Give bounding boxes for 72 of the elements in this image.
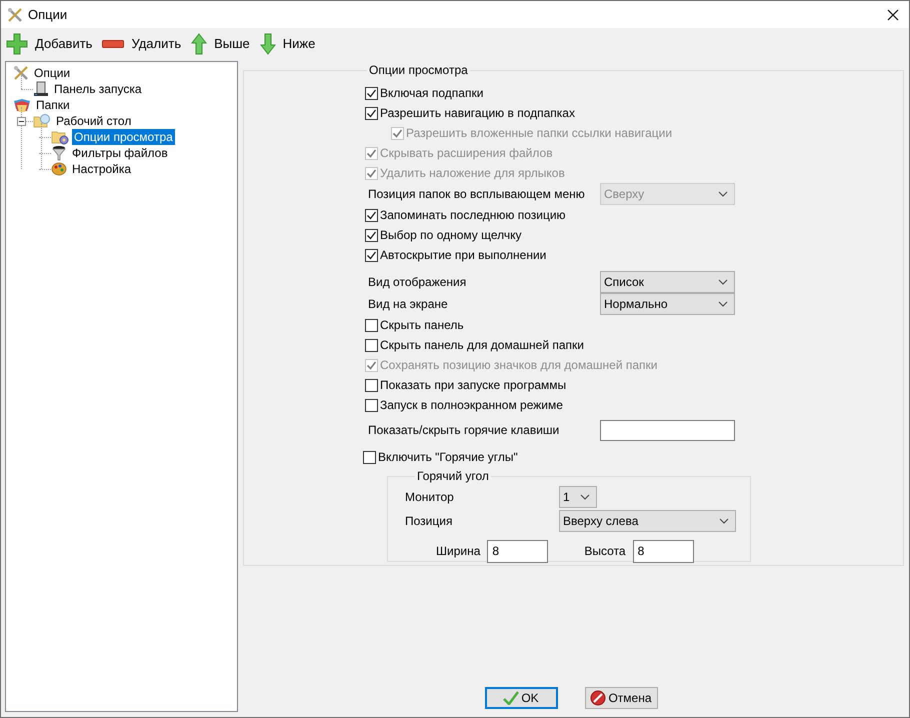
tools-icon xyxy=(7,6,23,22)
checkbox[interactable] xyxy=(365,228,378,242)
chevron-down-icon xyxy=(718,279,728,285)
checkbox[interactable] xyxy=(365,318,378,332)
tree-item[interactable]: Настройка xyxy=(70,161,134,177)
folders-icon xyxy=(13,97,31,113)
tree-item[interactable]: Панель запуска xyxy=(52,81,144,97)
tree-item[interactable]: Рабочий стол xyxy=(54,113,134,129)
checkbox[interactable] xyxy=(365,378,378,392)
dropdown-label: Позиция xyxy=(405,513,454,530)
field-label: Ширина xyxy=(436,543,480,560)
dropdown[interactable]: Список xyxy=(600,271,735,293)
panel-icon xyxy=(33,81,49,97)
cancel-button[interactable]: Отмена xyxy=(584,687,658,709)
tree-item[interactable]: Опции xyxy=(32,65,72,81)
checkbox[interactable] xyxy=(365,398,378,412)
ok-button[interactable]: OK xyxy=(484,687,558,709)
checkbox-label[interactable]: Включить "Горячие углы" xyxy=(378,448,518,466)
checkbox-label[interactable]: Запуск в полноэкранном режиме xyxy=(380,396,563,414)
toolbar-button[interactable]: Удалить xyxy=(101,30,182,56)
checkbox[interactable] xyxy=(365,86,378,100)
folder-gear-icon xyxy=(51,129,69,145)
funnel-icon xyxy=(51,145,67,161)
checkbox-label[interactable]: Включая подпапки xyxy=(380,84,484,102)
group-title: Опции просмотра xyxy=(368,62,469,79)
checkbox-label[interactable]: Скрыть панель xyxy=(380,316,464,334)
checkbox[interactable] xyxy=(363,450,376,464)
chevron-down-icon xyxy=(718,301,728,307)
checkbox-label[interactable]: Скрыть панель для домашней папки xyxy=(380,336,584,354)
minus-icon xyxy=(19,119,24,124)
input-field[interactable]: 8 xyxy=(632,540,694,562)
dropdown-label: Вид на экране xyxy=(367,296,449,313)
toolbar-button[interactable]: Добавить xyxy=(5,30,94,56)
input-field[interactable]: 8 xyxy=(487,540,548,562)
close-icon[interactable] xyxy=(887,8,899,20)
chevron-down-icon xyxy=(718,191,728,197)
tree-item[interactable]: Опции просмотра xyxy=(72,129,175,145)
chevron-down-icon xyxy=(719,518,729,524)
checkbox[interactable] xyxy=(365,106,378,120)
checkbox-label[interactable]: Выбор по одному щелчку xyxy=(380,226,522,244)
tree-item[interactable]: Папки xyxy=(34,97,72,113)
checkbox[interactable] xyxy=(365,208,378,222)
field-label: Высота xyxy=(584,543,626,560)
checkbox[interactable] xyxy=(365,248,378,262)
input-field[interactable] xyxy=(600,420,735,440)
folder-icon xyxy=(33,113,51,129)
palette-icon xyxy=(51,161,67,177)
checkbox-label[interactable]: Показать при запуске программы xyxy=(380,376,566,394)
arrow-up-icon xyxy=(191,32,208,54)
collapse-toggle[interactable] xyxy=(17,117,26,126)
tree-item[interactable]: Фильтры файлов xyxy=(70,145,170,161)
checkmark-icon xyxy=(503,691,520,705)
checkbox-label[interactable]: Запоминать последнюю позицию xyxy=(380,206,566,224)
field-label: Показать/скрыть горячие клавиши xyxy=(367,422,560,439)
checkbox[interactable] xyxy=(365,338,378,352)
toolbar-button[interactable]: Выше xyxy=(190,30,251,56)
dropdown[interactable]: Нормально xyxy=(600,293,735,315)
dropdown[interactable]: Вверху слева xyxy=(559,510,736,532)
arrow-down-icon xyxy=(260,32,276,54)
minus-icon xyxy=(102,40,124,48)
dropdown-label: Позиция папок во всплывающем меню xyxy=(367,186,586,203)
dropdown[interactable]: 1 xyxy=(559,486,597,508)
plus-icon xyxy=(6,32,28,54)
group-title: Горячий угол xyxy=(416,468,490,485)
dropdown-label: Монитор xyxy=(405,489,455,506)
toolbar-button[interactable]: Ниже xyxy=(258,30,316,56)
chevron-down-icon xyxy=(580,494,590,500)
checkbox-label[interactable]: Автоскрытие при выполнении xyxy=(380,246,546,264)
checkbox-label[interactable]: Разрешить навигацию в подпапках xyxy=(380,104,575,122)
dropdown-label: Вид отображения xyxy=(367,274,468,291)
stop-icon xyxy=(590,690,606,706)
window-title: Опции xyxy=(28,6,68,24)
